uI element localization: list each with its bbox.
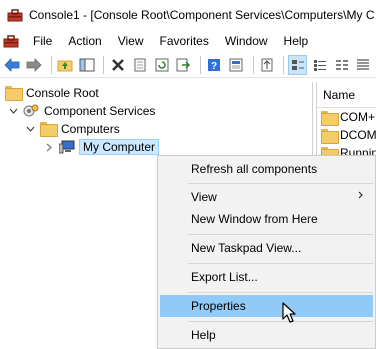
computer-icon (58, 140, 75, 154)
new-window-icon[interactable] (258, 55, 277, 75)
menu-item-export-list[interactable]: Export List... (160, 266, 373, 288)
menu-separator (188, 263, 373, 264)
toolbar-separator (199, 55, 201, 74)
menu-favorites[interactable]: Favorites (152, 30, 217, 52)
mmc-toolbox-icon (7, 7, 23, 23)
menu-help[interactable]: Help (276, 30, 317, 52)
detail-view-icon[interactable] (354, 55, 373, 75)
title-bar: Console1 - [Console Root\Component Servi… (0, 0, 376, 30)
menu-item-view[interactable]: View (160, 186, 373, 208)
menu-separator (188, 321, 373, 322)
menu-item-label: View (191, 190, 217, 204)
mouse-pointer-icon (282, 302, 298, 324)
properties-icon[interactable] (130, 55, 149, 75)
list-view-icon[interactable] (332, 55, 351, 75)
toolbar-separator (103, 55, 105, 74)
context-menu: Refresh all components View New Window f… (157, 155, 376, 349)
tree-item-computers[interactable]: Computers (24, 120, 120, 138)
toolbar-separator (252, 55, 254, 74)
back-arrow-icon[interactable] (3, 55, 22, 75)
list-item-label: COM+ (340, 110, 376, 124)
tree-item-label: Computers (61, 122, 120, 136)
menu-item-refresh-all-components[interactable]: Refresh all components (160, 158, 373, 180)
menu-file[interactable]: File (25, 30, 60, 52)
delete-icon[interactable] (108, 55, 127, 75)
list-item[interactable]: COM+ (317, 108, 376, 126)
component-services-icon (23, 104, 39, 118)
folder-icon (40, 122, 56, 136)
tree-item-my-computer[interactable]: My Computer (43, 138, 160, 156)
menu-bar: File Action View Favorites Window Help (0, 30, 376, 52)
menu-item-help[interactable]: Help (160, 324, 373, 346)
toolbar-separator (50, 55, 52, 74)
menu-item-new-window-from-here[interactable]: New Window from Here (160, 208, 373, 230)
export-list-icon[interactable] (174, 55, 193, 75)
up-folder-icon[interactable] (56, 55, 75, 75)
tree-item-component-services[interactable]: Component Services (7, 102, 155, 120)
column-header-name[interactable]: Name (317, 82, 376, 108)
menu-separator (188, 292, 373, 293)
refresh-icon[interactable] (152, 55, 171, 75)
menu-item-new-taskpad-view[interactable]: New Taskpad View... (160, 237, 373, 259)
menu-separator (188, 183, 373, 184)
toolbar-separator (283, 55, 285, 74)
toolbar: ? (0, 52, 376, 78)
menu-item-properties[interactable]: Properties (160, 295, 373, 317)
window-title: Console1 - [Console Root\Component Servi… (29, 8, 375, 22)
chevron-down-icon[interactable] (7, 105, 19, 117)
large-icons-view-icon[interactable] (288, 54, 308, 75)
tree-item-label: Component Services (44, 104, 156, 118)
chevron-right-icon[interactable] (43, 141, 55, 153)
tree-item-label: Console Root (26, 86, 99, 100)
tree-item-label: My Computer (78, 139, 160, 155)
folder-icon (321, 110, 339, 126)
folder-icon (321, 128, 339, 144)
folder-icon (5, 86, 21, 100)
list-item[interactable]: DCOM (317, 126, 376, 144)
tree-item-console-root[interactable]: Console Root (5, 84, 99, 102)
chevron-down-icon[interactable] (24, 123, 36, 135)
menu-action[interactable]: Action (60, 30, 109, 52)
menu-separator (188, 234, 373, 235)
mmc-toolbox-icon[interactable] (3, 33, 19, 49)
small-icons-view-icon[interactable] (310, 55, 329, 75)
svg-text:?: ? (211, 61, 217, 72)
menu-view[interactable]: View (110, 30, 152, 52)
list-item-label: DCOM (340, 128, 376, 142)
help-topics-icon[interactable] (227, 55, 246, 75)
show-hide-tree-icon[interactable] (78, 55, 97, 75)
submenu-arrow-icon (358, 186, 363, 208)
menu-window[interactable]: Window (217, 30, 276, 52)
help-icon[interactable]: ? (205, 55, 224, 75)
forward-arrow-icon[interactable] (25, 55, 44, 75)
